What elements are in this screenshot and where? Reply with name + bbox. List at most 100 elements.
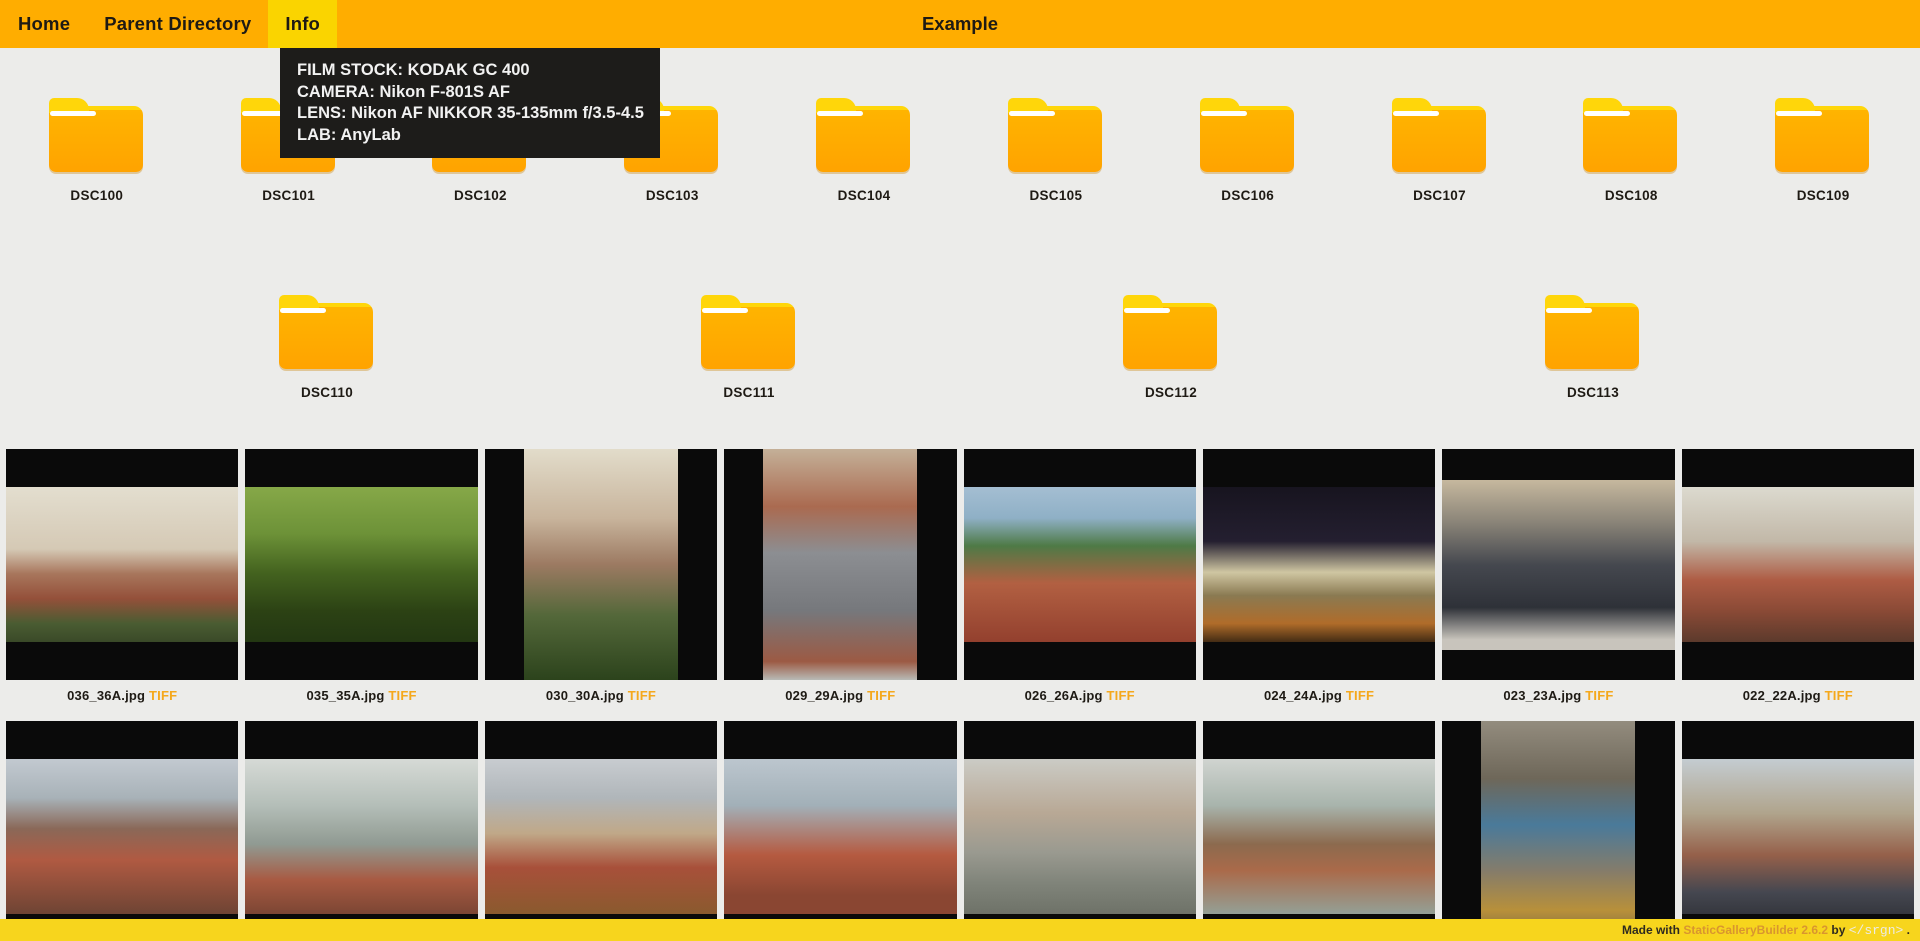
folder-icon-stripe — [702, 308, 748, 313]
thumbnail-astronomical-clock[interactable] — [1442, 721, 1675, 941]
folder-icon-stripe — [1546, 308, 1592, 313]
tiff-link[interactable]: TIFF — [1825, 688, 1853, 703]
folder-icon — [48, 98, 145, 172]
photo-placeholder — [1442, 479, 1675, 650]
folder-item-dsc104[interactable]: DSC104 — [769, 98, 959, 203]
thumbnail-crowd-on-bridge[interactable] — [1442, 449, 1675, 680]
folder-icon — [701, 295, 797, 369]
image-caption: 026_26A.jpg TIFF — [964, 680, 1196, 721]
image-filename: 022_22A.jpg — [1742, 688, 1825, 703]
folder-label: DSC109 — [1796, 188, 1850, 203]
photo-placeholder — [1202, 759, 1436, 914]
thumbnail-charles-bridge-boat[interactable] — [963, 721, 1196, 941]
folder-item-dsc108[interactable]: DSC108 — [1536, 98, 1726, 203]
folder-item-dsc105[interactable]: DSC105 — [961, 98, 1151, 203]
folder-icon — [1007, 98, 1104, 172]
folder-label: DSC107 — [1413, 188, 1466, 203]
folder-item-dsc111[interactable]: DSC111 — [654, 295, 844, 400]
thumbnail-green-foliage[interactable] — [245, 449, 478, 680]
folder-item-dsc109[interactable]: DSC109 — [1728, 98, 1918, 203]
folder-item-dsc113[interactable]: DSC113 — [1498, 295, 1688, 400]
folder-label: DSC113 — [1566, 385, 1620, 400]
thumbnail-riverfront-buildings[interactable] — [484, 721, 718, 941]
image-filename: 035_35A.jpg — [306, 688, 389, 703]
thumbnail-tyn-church-night[interactable] — [1202, 449, 1436, 680]
nav-parent-directory[interactable]: Parent Directory — [87, 0, 268, 48]
gallery-cell: 029_29A.jpg TIFF — [724, 449, 957, 721]
tiff-link[interactable]: TIFF — [1585, 688, 1613, 703]
tiff-link[interactable]: TIFF — [1107, 688, 1135, 703]
folder-icon-stripe — [1124, 308, 1170, 313]
footer: Made with StaticGalleryBuilder 2.6.2 by … — [0, 919, 1920, 941]
image-filename: 023_23A.jpg — [1503, 688, 1586, 703]
thumbnail-city-rooftops-panorama[interactable] — [724, 721, 957, 941]
image-filename: 029_29A.jpg — [785, 688, 868, 703]
gallery-cell — [245, 721, 478, 941]
thumbnail-old-town-street-crowd[interactable] — [1681, 721, 1914, 941]
nav-info[interactable]: Info — [268, 0, 338, 48]
tiff-link[interactable]: TIFF — [867, 688, 895, 703]
gallery-cell: 024_24A.jpg TIFF — [1202, 449, 1436, 721]
folder-icon-stripe — [280, 308, 326, 313]
folder-label: DSC105 — [1029, 188, 1083, 203]
folder-icon-stripe — [1776, 111, 1823, 116]
footer-made-with: Made with — [1621, 923, 1684, 937]
tiff-link[interactable]: TIFF — [1346, 688, 1374, 703]
folder-label: DSC112 — [1144, 385, 1198, 400]
folder-item-dsc110[interactable]: DSC110 — [232, 295, 422, 400]
thumbnail-hillside-trees-city-view[interactable] — [484, 449, 718, 680]
gallery-cell — [484, 721, 718, 941]
footer-builder-link[interactable]: StaticGalleryBuilder 2.6.2 — [1683, 923, 1828, 937]
thumbnail-prague-castle-rooftops[interactable] — [6, 721, 239, 941]
thumbnail-misty-river-bridge-view[interactable] — [245, 721, 478, 941]
photo-placeholder — [6, 759, 239, 914]
photo-placeholder — [963, 759, 1196, 914]
folder-item-dsc106[interactable]: DSC106 — [1153, 98, 1343, 203]
folder-icon-stripe — [1392, 111, 1439, 116]
tooltip-line-film-stock: FILM STOCK: KODAK GC 400 — [297, 61, 530, 79]
photo-placeholder — [1681, 487, 1914, 642]
image-caption: 029_29A.jpg TIFF — [724, 680, 956, 721]
thumbnail-city-panorama-cathedral[interactable] — [1681, 449, 1914, 680]
thumbnail-aerial-town-square[interactable] — [724, 449, 957, 680]
folder-label: DSC100 — [70, 188, 124, 203]
folder-label: DSC111 — [723, 385, 775, 400]
thumbnail-grid: 036_36A.jpg TIFF 035_35A.jpg TIFF 030_30A.… — [0, 445, 1920, 941]
photo-placeholder — [1202, 487, 1436, 642]
folder-item-dsc112[interactable]: DSC112 — [1076, 295, 1266, 400]
tiff-link[interactable]: TIFF — [628, 688, 656, 703]
folder-icon-stripe — [1200, 111, 1247, 116]
folder-icon-stripe — [817, 111, 864, 116]
folder-item-dsc107[interactable]: DSC107 — [1345, 98, 1535, 203]
image-filename: 024_24A.jpg — [1263, 688, 1346, 703]
thumbnail-city-panorama-church-spire[interactable] — [6, 449, 239, 680]
nav-home[interactable]: Home — [1, 0, 87, 48]
photo-placeholder — [245, 759, 478, 914]
tiff-link[interactable]: TIFF — [149, 688, 177, 703]
gallery-cell — [1202, 721, 1436, 941]
thumbnail-castle-across-river[interactable] — [1202, 721, 1436, 941]
photo-placeholder — [6, 487, 239, 642]
folder-icon-stripe — [49, 111, 96, 116]
photo-placeholder — [763, 449, 918, 680]
tiff-link[interactable]: TIFF — [388, 688, 416, 703]
folder-icon-stripe — [1584, 111, 1631, 116]
image-filename: 036_36A.jpg — [67, 688, 149, 703]
footer-srgn-logo[interactable]: </srgn> — [1849, 923, 1904, 938]
gallery-cell — [724, 721, 957, 941]
thumbnail-red-rooftops-green-hill[interactable] — [963, 449, 1196, 680]
folder-label: DSC103 — [645, 188, 699, 203]
image-caption: 035_35A.jpg TIFF — [245, 680, 477, 721]
folder-icon — [279, 295, 375, 369]
folder-label: DSC102 — [454, 188, 507, 203]
tooltip-line-lab: LAB: AnyLab — [297, 125, 401, 144]
folder-label: DSC106 — [1221, 188, 1275, 203]
folder-icon — [1775, 98, 1871, 172]
image-caption: 022_22A.jpg TIFF — [1682, 680, 1914, 721]
folder-label: DSC104 — [837, 188, 891, 203]
folder-item-dsc100[interactable]: DSC100 — [2, 98, 192, 203]
gallery-cell: 030_30A.jpg TIFF — [484, 449, 718, 721]
footer-period: . — [1903, 923, 1910, 937]
photo-placeholder — [1681, 759, 1914, 914]
photo-placeholder — [1481, 721, 1636, 941]
